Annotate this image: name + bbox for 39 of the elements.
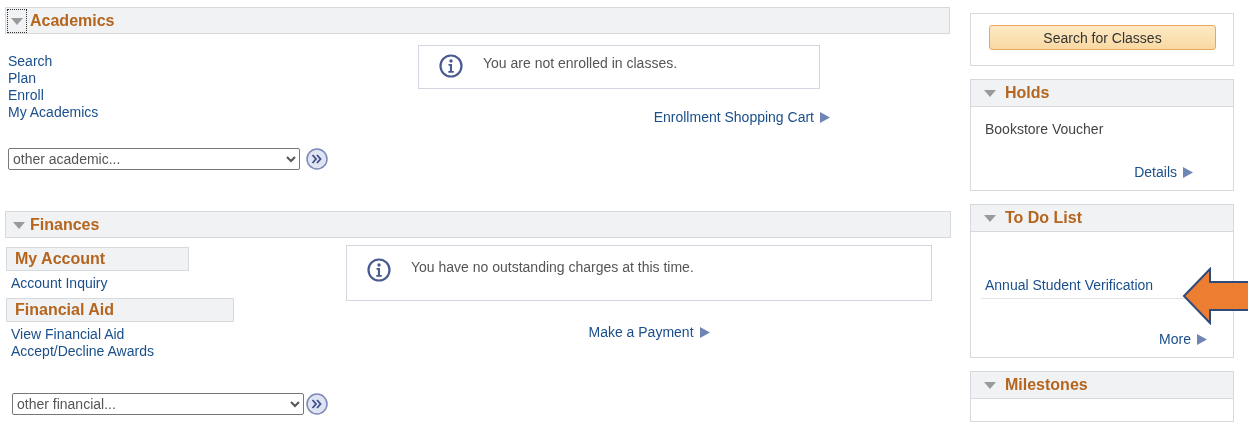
message-text: You are not enrolled in classes.: [483, 55, 678, 71]
info-icon: [367, 258, 391, 282]
collapse-triangle-icon[interactable]: [983, 88, 997, 99]
play-arrow-icon: [820, 111, 830, 123]
collapse-triangle-icon[interactable]: [12, 219, 26, 230]
academics-link[interactable]: My Academics: [8, 104, 99, 121]
collapse-triangle-icon[interactable]: [10, 15, 24, 26]
todo-link[interactable]: Annual Student Verification: [985, 277, 1154, 294]
play-arrow-icon: [699, 326, 710, 338]
finance-link[interactable]: Accept/Decline Awards: [11, 343, 154, 360]
go-button[interactable]: [306, 393, 328, 415]
message-text: You have no outstanding charges at this time.: [411, 259, 694, 275]
academics-link[interactable]: Search: [8, 53, 53, 70]
financial-select[interactable]: other financial...: [12, 393, 304, 415]
section-title: Finances: [30, 215, 100, 234]
hold-text: Bookstore Voucher: [985, 121, 1105, 138]
play-arrow-icon: [1197, 333, 1207, 345]
group-title: My Account: [15, 250, 106, 268]
navigation-link[interactable]: Make a Payment: [588, 324, 710, 340]
info-icon: [439, 54, 463, 78]
finance-link[interactable]: View Financial Aid: [11, 326, 125, 343]
play-arrow-icon: [1183, 166, 1193, 178]
panel-title: Milestones: [1005, 376, 1088, 395]
navigation-link[interactable]: Details: [1134, 164, 1193, 181]
collapse-triangle-icon[interactable]: [983, 380, 997, 391]
navigation-link[interactable]: More: [1159, 331, 1207, 348]
pointer-arrow: [1182, 267, 1248, 325]
go-button[interactable]: [306, 148, 328, 170]
academic-select[interactable]: other academic...: [8, 148, 300, 170]
group-title: Financial Aid: [15, 301, 114, 319]
panel-title: Holds: [1005, 84, 1050, 103]
academics-link[interactable]: Plan: [8, 70, 37, 87]
section-title: Academics: [30, 11, 115, 30]
search-for-classes-button[interactable]: Search for Classes: [989, 25, 1216, 50]
collapse-triangle-icon[interactable]: [983, 213, 997, 224]
finance-link[interactable]: Account Inquiry: [11, 275, 108, 292]
navigation-link[interactable]: Enrollment Shopping Cart: [653, 109, 830, 125]
panel-title: To Do List: [1005, 209, 1083, 228]
academics-link[interactable]: Enroll: [8, 87, 44, 104]
